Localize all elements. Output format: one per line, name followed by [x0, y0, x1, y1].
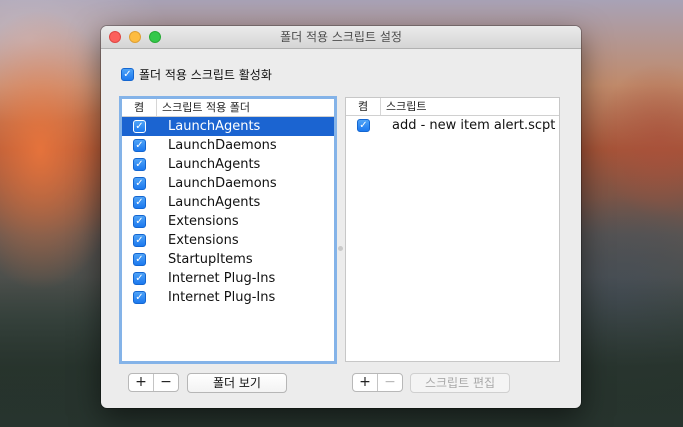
folder-enabled-checkbox[interactable]: ✓ [133, 272, 146, 285]
folders-list[interactable]: 켬 스크립트 적용 폴더 ✓ LaunchAgents ✓ LaunchDaemons… [119, 96, 337, 364]
folder-row[interactable]: ✓ LaunchAgents [122, 117, 334, 136]
edit-script-button[interactable]: 스크립트 편집 [410, 373, 510, 393]
folder-enabled-checkbox[interactable]: ✓ [133, 139, 146, 152]
folder-row[interactable]: ✓ LaunchAgents [122, 155, 334, 174]
scripts-add-remove-control: + − [352, 373, 403, 392]
folder-enabled-checkbox[interactable]: ✓ [133, 158, 146, 171]
scripts-rows: ✓ add - new item alert.scpt [346, 116, 559, 135]
folder-row[interactable]: ✓ Extensions [122, 212, 334, 231]
scripts-list-header: 켬 스크립트 [346, 98, 559, 116]
folder-name: LaunchDaemons [168, 138, 277, 153]
folders-rows: ✓ LaunchAgents ✓ LaunchDaemons ✓ LaunchAgents… [122, 117, 334, 307]
window-title: 폴더 적용 스크립트 설정 [280, 30, 402, 44]
folder-name: Extensions [168, 214, 239, 229]
minimize-window-button[interactable] [129, 31, 141, 43]
scripts-list[interactable]: 켬 스크립트 ✓ add - new item alert.scpt [345, 97, 560, 362]
folder-name: LaunchDaemons [168, 176, 277, 191]
script-name: add - new item alert.scpt [392, 118, 556, 133]
folder-name: Extensions [168, 233, 239, 248]
folder-name: LaunchAgents [168, 195, 261, 210]
folders-list-header: 켬 스크립트 적용 폴더 [122, 99, 334, 117]
enable-folder-actions-row[interactable]: ✓ 폴더 적용 스크립트 활성화 [121, 66, 272, 83]
folder-name: Internet Plug-Ins [168, 290, 276, 305]
remove-folder-button[interactable]: − [153, 374, 178, 391]
folder-row[interactable]: ✓ StartupItems [122, 250, 334, 269]
folder-row[interactable]: ✓ Internet Plug-Ins [122, 288, 334, 307]
remove-script-button[interactable]: − [377, 374, 402, 391]
script-row[interactable]: ✓ add - new item alert.scpt [346, 116, 559, 135]
show-folder-button[interactable]: 폴더 보기 [187, 373, 287, 393]
zoom-window-button[interactable] [149, 31, 161, 43]
folder-enabled-checkbox[interactable]: ✓ [133, 291, 146, 304]
add-folder-button[interactable]: + [129, 374, 153, 391]
script-enabled-checkbox[interactable]: ✓ [357, 119, 370, 132]
folder-enabled-checkbox[interactable]: ✓ [133, 120, 146, 133]
scripts-enabled-column-header[interactable]: 켬 [346, 98, 381, 115]
folder-actions-setup-window: 폴더 적용 스크립트 설정 ✓ 폴더 적용 스크립트 활성화 켬 스크립트 적용… [101, 26, 581, 408]
folder-row[interactable]: ✓ Extensions [122, 231, 334, 250]
scripts-name-column-header[interactable]: 스크립트 [381, 98, 426, 115]
folder-row[interactable]: ✓ LaunchDaemons [122, 136, 334, 155]
folder-row[interactable]: ✓ LaunchDaemons [122, 174, 334, 193]
folder-enabled-checkbox[interactable]: ✓ [133, 177, 146, 190]
folder-row[interactable]: ✓ Internet Plug-Ins [122, 269, 334, 288]
add-script-button[interactable]: + [353, 374, 377, 391]
enable-folder-actions-label: 폴더 적용 스크립트 활성화 [139, 68, 272, 82]
folder-enabled-checkbox[interactable]: ✓ [133, 253, 146, 266]
enable-folder-actions-checkbox[interactable]: ✓ [121, 68, 134, 81]
folder-enabled-checkbox[interactable]: ✓ [133, 215, 146, 228]
folders-name-column-header[interactable]: 스크립트 적용 폴더 [157, 99, 250, 116]
folder-name: LaunchAgents [168, 157, 261, 172]
folder-name: StartupItems [168, 252, 253, 267]
close-window-button[interactable] [109, 31, 121, 43]
folder-enabled-checkbox[interactable]: ✓ [133, 196, 146, 209]
folder-row[interactable]: ✓ LaunchAgents [122, 193, 334, 212]
folder-name: LaunchAgents [168, 119, 261, 134]
split-view-divider-handle[interactable] [338, 246, 343, 251]
folders-enabled-column-header[interactable]: 켬 [122, 99, 157, 116]
folder-name: Internet Plug-Ins [168, 271, 276, 286]
folder-enabled-checkbox[interactable]: ✓ [133, 234, 146, 247]
title-bar: 폴더 적용 스크립트 설정 [101, 26, 581, 49]
folders-add-remove-control: + − [128, 373, 179, 392]
